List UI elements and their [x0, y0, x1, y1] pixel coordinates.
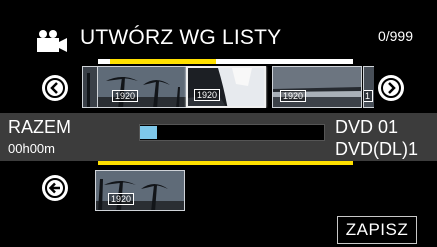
disc-count-dvd-dl: DVD(DL)1 — [335, 139, 419, 159]
page-title: UTWÓRZ WG LISTY — [80, 26, 282, 49]
camcorder-screen: UTWÓRZ WG LISTY 0/999 1920 1920 1920 1 R… — [0, 0, 437, 247]
item-counter: 0/999 — [377, 28, 413, 44]
resolution-badge: 1 — [364, 90, 374, 102]
next-page-button[interactable] — [378, 75, 404, 101]
resolution-badge: 1920 — [112, 90, 139, 102]
video-thumbnail-selected[interactable]: 1920 — [186, 66, 266, 108]
resolution-badge: 1920 — [194, 89, 221, 101]
disc-capacity-fill — [140, 126, 157, 139]
chevron-right-circle-icon — [381, 78, 401, 98]
video-thumbnail[interactable]: 1920 — [97, 66, 187, 108]
source-video-strip: 1920 1920 1920 1 — [82, 66, 374, 108]
movie-camera-icon — [37, 30, 67, 52]
video-thumbnail[interactable] — [82, 66, 98, 108]
arrow-left-circle-icon — [45, 178, 65, 198]
playlist-strip: 1920 — [95, 170, 185, 211]
summary-bar: RAZEM 00h00m DVD 01 DVD(DL)1 — [0, 113, 437, 161]
total-label: RAZEM — [8, 117, 71, 137]
chevron-left-circle-icon — [45, 78, 65, 98]
resolution-badge: 1920 — [280, 90, 307, 102]
back-button[interactable] — [42, 175, 68, 201]
playlist-scrollbar — [98, 161, 353, 165]
video-thumbnail[interactable]: 1 — [363, 66, 374, 108]
source-scrollbar[interactable] — [98, 59, 353, 64]
prev-page-button[interactable] — [42, 75, 68, 101]
total-duration: 00h00m — [8, 141, 55, 156]
header: UTWÓRZ WG LISTY 0/999 — [0, 0, 437, 60]
video-thumbnail[interactable]: 1920 — [272, 66, 362, 108]
source-scrollbar-thumb[interactable] — [110, 59, 216, 64]
disc-capacity-bar — [139, 124, 325, 141]
resolution-badge: 1920 — [108, 193, 135, 205]
disc-count-dvd: DVD 01 — [335, 117, 399, 137]
playlist-thumbnail[interactable]: 1920 — [95, 170, 185, 211]
save-button[interactable]: ZAPISZ — [337, 216, 417, 244]
